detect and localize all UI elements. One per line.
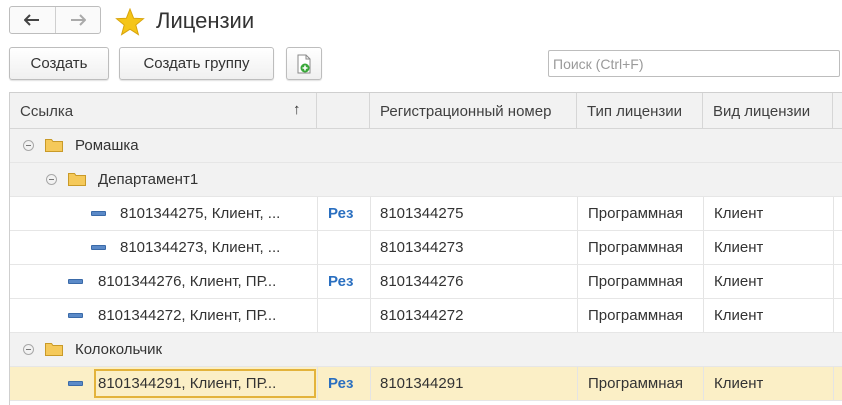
group-name: Колокольчик <box>75 341 163 358</box>
navigation-buttons <box>9 6 101 34</box>
column-label: Тип лицензии <box>587 102 682 120</box>
licenses-table: Ссылка ↑ Регистрационный номер Тип лицен… <box>9 92 842 405</box>
column-header-flag[interactable] <box>317 93 370 129</box>
table-row[interactable]: 8101344276, Клиент, ПР... Рез 8101344276… <box>10 265 842 299</box>
license-item-icon <box>68 279 83 284</box>
create-group-button[interactable]: Создать группу <box>119 47 274 80</box>
reserve-flag: Рез <box>328 205 354 222</box>
table-row[interactable]: 8101344272, Клиент, ПР... 8101344272 Про… <box>10 299 842 333</box>
license-type-cell: Программная <box>588 375 683 392</box>
column-header-license-kind[interactable]: Вид лицензии <box>703 93 833 129</box>
table-header: Ссылка ↑ Регистрационный номер Тип лицен… <box>10 93 842 129</box>
table-row[interactable]: Колокольчик <box>10 333 842 367</box>
folder-icon <box>45 343 63 356</box>
table-row[interactable]: 8101344273, Клиент, ... 8101344273 Прогр… <box>10 231 842 265</box>
add-document-button[interactable] <box>286 47 322 80</box>
link-cell: 8101344276, Клиент, ПР... <box>98 273 277 290</box>
arrow-left-icon <box>24 14 40 26</box>
create-button[interactable]: Создать <box>9 47 109 80</box>
license-type-cell: Программная <box>588 307 683 324</box>
license-kind-cell: Клиент <box>714 273 764 290</box>
table-row[interactable]: Ромашка <box>10 129 842 163</box>
reg-number-cell: 8101344291 <box>380 375 464 392</box>
license-kind-cell: Клиент <box>714 205 764 222</box>
reserve-flag: Рез <box>328 375 354 392</box>
arrow-right-icon <box>70 14 86 26</box>
column-header-link[interactable]: Ссылка ↑ <box>10 93 317 129</box>
license-kind-cell: Клиент <box>714 375 764 392</box>
reserve-flag: Рез <box>328 273 354 290</box>
reg-number-cell: 8101344273 <box>380 239 464 256</box>
column-header-license-type[interactable]: Тип лицензии <box>577 93 703 129</box>
folder-icon <box>68 173 86 186</box>
back-button[interactable] <box>10 7 55 33</box>
license-item-icon <box>91 245 106 250</box>
reg-number-cell: 8101344276 <box>380 273 464 290</box>
reg-number-cell: 8101344275 <box>380 205 464 222</box>
link-cell: 8101344272, Клиент, ПР... <box>98 307 277 324</box>
table-row-selected[interactable]: 8101344291, Клиент, ПР... Рез 8101344291… <box>10 367 842 401</box>
license-item-icon <box>68 313 83 318</box>
link-cell: 8101344275, Клиент, ... <box>120 205 281 222</box>
license-kind-cell: Клиент <box>714 239 764 256</box>
collapse-icon[interactable] <box>23 140 34 151</box>
link-cell[interactable]: 8101344291, Клиент, ПР... <box>98 367 310 400</box>
license-type-cell: Программная <box>588 205 683 222</box>
license-kind-cell: Клиент <box>714 307 764 324</box>
sort-ascending-icon: ↑ <box>293 101 301 118</box>
link-cell: 8101344273, Клиент, ... <box>120 239 281 256</box>
column-label: Вид лицензии <box>713 102 811 120</box>
license-item-icon <box>68 381 83 386</box>
folder-icon <box>45 139 63 152</box>
column-label: Ссылка <box>20 102 74 120</box>
star-icon[interactable] <box>115 8 145 36</box>
table-row[interactable]: Департамент1 <box>10 163 842 197</box>
collapse-icon[interactable] <box>46 174 57 185</box>
column-label: Регистрационный номер <box>380 102 552 120</box>
document-add-icon <box>297 54 311 73</box>
column-header-reg-number[interactable]: Регистрационный номер <box>370 93 577 129</box>
search-input[interactable]: Поиск (Ctrl+F) <box>548 50 840 77</box>
license-type-cell: Программная <box>588 273 683 290</box>
page-title: Лицензии <box>156 8 255 33</box>
forward-button[interactable] <box>54 7 101 33</box>
collapse-icon[interactable] <box>23 344 34 355</box>
license-type-cell: Программная <box>588 239 683 256</box>
search-placeholder: Поиск (Ctrl+F) <box>553 56 644 72</box>
group-name: Ромашка <box>75 137 139 154</box>
table-row[interactable]: 8101344275, Клиент, ... Рез 8101344275 П… <box>10 197 842 231</box>
license-item-icon <box>91 211 106 216</box>
reg-number-cell: 8101344272 <box>380 307 464 324</box>
group-name: Департамент1 <box>98 171 199 188</box>
